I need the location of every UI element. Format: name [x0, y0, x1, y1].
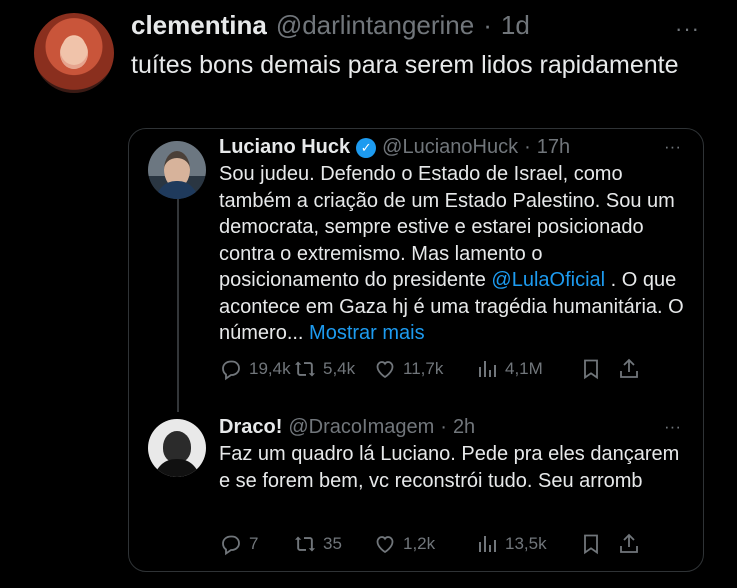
- author-name[interactable]: Draco!: [219, 416, 282, 439]
- bookmark-button[interactable]: [579, 357, 617, 381]
- share-icon: [620, 533, 638, 553]
- like-count: 1,2k: [403, 534, 436, 553]
- verified-icon: ✓: [356, 137, 377, 158]
- quoted-tweet-text: Sou judeu. Defendo o Estado de Israel, c…: [219, 161, 687, 347]
- quoted-tweet-actions: 19,4k 5,4k 11,7k 4,1M: [219, 357, 689, 381]
- reply-button[interactable]: 7: [219, 532, 293, 556]
- like-icon: [376, 536, 394, 554]
- bookmark-button[interactable]: [579, 532, 617, 556]
- avatar-clementina[interactable]: [34, 13, 114, 93]
- reply-count: 7: [249, 534, 259, 553]
- author-name[interactable]: Luciano Huck: [219, 136, 350, 159]
- author-handle[interactable]: @LucianoHuck: [382, 136, 518, 159]
- like-icon: [376, 361, 394, 379]
- screenshot: clementina @darlintangerine · 1d ··· tuí…: [0, 0, 737, 588]
- views-count: 13,5k: [505, 534, 547, 553]
- separator-dot: ·: [483, 10, 492, 40]
- reply-tweet-text: Faz um quadro lá Luciano. Pede pra eles …: [219, 443, 680, 492]
- separator-dot: ·: [524, 136, 531, 158]
- author-name[interactable]: clementina: [131, 10, 267, 41]
- more-icon[interactable]: ···: [664, 137, 681, 157]
- reply-icon: [222, 360, 240, 381]
- author-handle[interactable]: @DracoImagem: [288, 416, 434, 439]
- mention-link[interactable]: @LulaOficial: [491, 269, 605, 291]
- quoted-tweet-header: Luciano Huck ✓ @LucianoHuck · 17h: [219, 136, 570, 159]
- share-button[interactable]: [617, 532, 641, 556]
- outer-tweet-header: clementina @darlintangerine · 1d: [131, 10, 530, 41]
- retweet-icon: [295, 361, 315, 377]
- reply-tweet-actions: 7 35 1,2k 13,5k: [219, 532, 689, 556]
- reply-tweet-header: Draco! @DracoImagem · 2h: [219, 416, 475, 439]
- retweet-count: 5,4k: [323, 359, 356, 378]
- views-icon: [479, 536, 496, 552]
- like-count: 11,7k: [403, 359, 444, 378]
- bookmark-icon: [584, 534, 598, 555]
- tweet-time[interactable]: 1d: [501, 10, 530, 41]
- tweet-time[interactable]: 17h: [537, 136, 570, 159]
- views-icon: [479, 361, 496, 377]
- views-button[interactable]: 13,5k: [475, 532, 579, 556]
- share-button[interactable]: [617, 357, 641, 381]
- views-button[interactable]: 4,1M: [475, 357, 579, 381]
- more-icon[interactable]: ···: [675, 16, 700, 42]
- retweet-button[interactable]: 35: [293, 532, 373, 556]
- tweet-text: tuítes bons demais para serem lidos rapi…: [131, 51, 679, 79]
- bookmark-icon: [584, 359, 598, 380]
- reply-count: 19,4k: [249, 359, 291, 378]
- reply-icon: [222, 535, 240, 556]
- retweet-button[interactable]: 5,4k: [293, 357, 373, 381]
- retweet-count: 35: [323, 534, 342, 553]
- reply-button[interactable]: 19,4k: [219, 357, 293, 381]
- avatar-luciano-huck[interactable]: [148, 141, 206, 199]
- author-handle[interactable]: @darlintangerine: [276, 10, 474, 41]
- retweet-icon: [295, 536, 315, 552]
- share-icon: [620, 358, 638, 378]
- avatar-draco[interactable]: [148, 419, 206, 477]
- thread-connector-line: [177, 198, 179, 412]
- more-icon[interactable]: ···: [664, 417, 681, 437]
- separator-dot: ·: [440, 416, 447, 438]
- views-count: 4,1M: [505, 359, 543, 378]
- like-button[interactable]: 11,7k: [373, 357, 475, 381]
- show-more-link[interactable]: Mostrar mais: [309, 322, 425, 344]
- tweet-time[interactable]: 2h: [453, 416, 475, 439]
- like-button[interactable]: 1,2k: [373, 532, 475, 556]
